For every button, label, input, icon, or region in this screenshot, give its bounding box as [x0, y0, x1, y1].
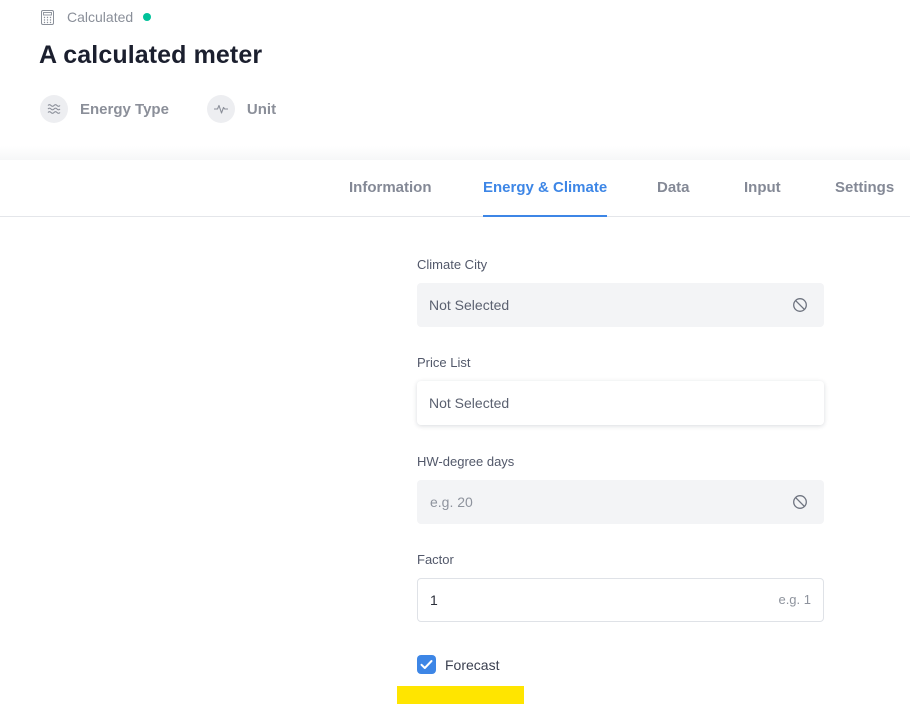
- page-title: A calculated meter: [39, 41, 263, 69]
- tab-data[interactable]: Data: [657, 160, 690, 216]
- disabled-icon[interactable]: [792, 494, 808, 510]
- climate-city-label: Climate City: [417, 257, 488, 272]
- pulse-icon: [206, 95, 235, 123]
- tab-information[interactable]: Information: [349, 160, 432, 216]
- energy-type-label: Energy Type: [80, 100, 169, 118]
- calculator-icon: [40, 9, 55, 25]
- factor-value: 1: [430, 592, 438, 608]
- price-list-value: Not Selected: [429, 395, 510, 411]
- waves-icon: [40, 95, 68, 123]
- factor-input[interactable]: 1 e.g. 1: [417, 578, 824, 622]
- hw-degree-days-label: HW-degree days: [417, 454, 515, 469]
- checkmark-icon: [420, 660, 433, 669]
- highlight-marker: [397, 686, 524, 704]
- tab-settings[interactable]: Settings: [835, 160, 894, 216]
- climate-city-value: Not Selected: [429, 297, 510, 313]
- status-dot: [143, 13, 152, 21]
- price-list-label: Price List: [417, 355, 471, 370]
- forecast-checkbox[interactable]: [417, 655, 436, 674]
- tab-energy-climate[interactable]: Energy & Climate: [483, 160, 608, 217]
- tab-bar: Information Energy & Climate Data Input …: [0, 160, 910, 217]
- hw-degree-days-input[interactable]: e.g. 20: [417, 480, 824, 524]
- factor-label: Factor: [417, 552, 454, 567]
- hw-degree-days-placeholder: e.g. 20: [430, 494, 473, 510]
- meter-type-row: Calculated: [40, 8, 152, 26]
- unit-label: Unit: [246, 100, 277, 118]
- forecast-row[interactable]: Forecast: [417, 655, 499, 674]
- tab-input[interactable]: Input: [744, 160, 781, 216]
- factor-hint: e.g. 1: [778, 592, 811, 607]
- climate-city-select[interactable]: Not Selected: [417, 283, 824, 327]
- energy-type-chip[interactable]: Energy Type: [40, 95, 169, 123]
- meter-properties: Energy Type Unit: [40, 95, 314, 123]
- disabled-icon[interactable]: [792, 297, 808, 313]
- price-list-select[interactable]: Not Selected: [417, 381, 824, 425]
- header-divider: [0, 146, 910, 160]
- forecast-label: Forecast: [445, 656, 500, 673]
- unit-chip[interactable]: Unit: [206, 95, 277, 123]
- meter-type-label: Calculated: [67, 9, 134, 25]
